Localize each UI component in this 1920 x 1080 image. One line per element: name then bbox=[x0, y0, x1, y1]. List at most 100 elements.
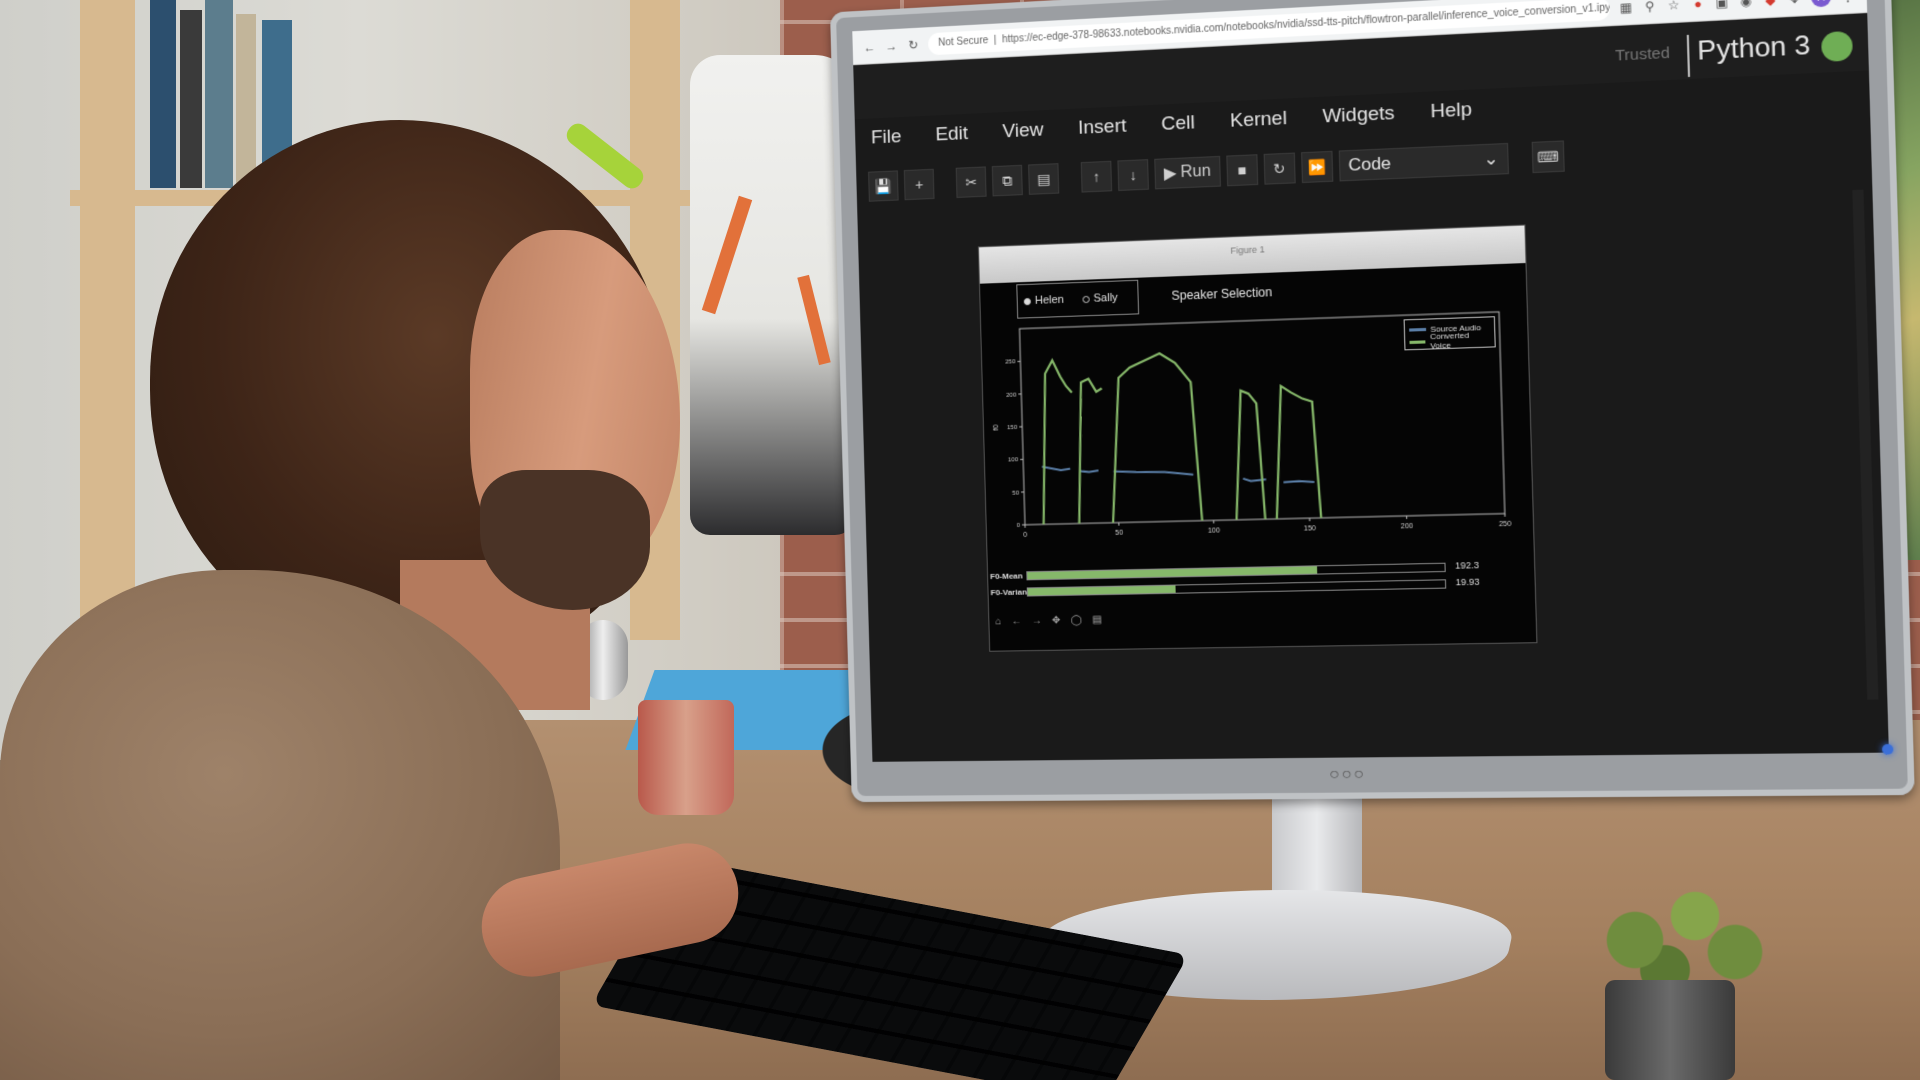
home-icon[interactable]: ⌂ bbox=[995, 616, 1001, 627]
fast-forward-icon[interactable]: ⏩ bbox=[1301, 151, 1333, 183]
converted-voice-line bbox=[1233, 390, 1265, 520]
source-audio-line bbox=[1080, 470, 1099, 472]
keyboard-icon[interactable]: ⌨ bbox=[1531, 140, 1564, 173]
monitor: ← → ↻ Not Secure | https://ec-edge-378-9… bbox=[830, 0, 1920, 882]
slider-label: F0-Mean bbox=[990, 571, 1023, 581]
menu-view[interactable]: View bbox=[996, 115, 1050, 148]
plant-pot bbox=[1605, 980, 1735, 1080]
cut-icon[interactable]: ✂ bbox=[956, 166, 987, 198]
legend-swatch-source bbox=[1409, 327, 1426, 331]
source-audio-line bbox=[1042, 466, 1070, 471]
converted-voice-line bbox=[1075, 378, 1105, 523]
speaker-radio-group: Helen Sally bbox=[1016, 280, 1139, 319]
book bbox=[205, 0, 233, 188]
radio-helen[interactable]: Helen bbox=[1024, 294, 1065, 308]
y-axis-label: f0 bbox=[993, 424, 1000, 430]
move-down-icon[interactable]: ↓ bbox=[1117, 159, 1149, 191]
menu-file[interactable]: File bbox=[865, 122, 908, 154]
notebook-scrollbar[interactable] bbox=[1852, 190, 1878, 700]
paste-icon[interactable]: ▤ bbox=[1028, 163, 1059, 195]
cell-type-select[interactable]: Code ⌄ bbox=[1338, 143, 1508, 181]
pan-icon[interactable]: ✥ bbox=[1052, 615, 1061, 626]
run-label: Run bbox=[1180, 162, 1211, 182]
forward-icon[interactable]: → bbox=[884, 38, 898, 53]
x-tick-label: 50 bbox=[1115, 530, 1123, 537]
restart-icon[interactable]: ↻ bbox=[1263, 153, 1295, 185]
header-divider bbox=[1687, 35, 1690, 77]
extension-icon[interactable]: ◉ bbox=[1738, 0, 1754, 9]
slider-fill bbox=[1028, 586, 1176, 596]
ceramic-mug bbox=[638, 700, 734, 815]
shield-icon[interactable]: ◆ bbox=[1762, 0, 1778, 7]
book bbox=[236, 14, 256, 188]
zoom-icon[interactable]: ◯ bbox=[1070, 615, 1082, 626]
menu-kernel[interactable]: Kernel bbox=[1223, 103, 1293, 137]
power-button[interactable] bbox=[1882, 744, 1893, 755]
stop-icon[interactable]: ■ bbox=[1226, 154, 1258, 186]
slider-value: 19.93 bbox=[1455, 577, 1479, 588]
forward-icon[interactable]: → bbox=[1032, 616, 1042, 627]
jacket-stripe bbox=[797, 275, 830, 365]
y-tick-label: 100 bbox=[1008, 457, 1019, 463]
x-tick-label: 100 bbox=[1208, 527, 1220, 534]
puzzle-icon[interactable]: ✥ bbox=[1787, 0, 1803, 6]
back-icon[interactable]: ← bbox=[862, 40, 876, 55]
y-tick-label: 0 bbox=[1017, 523, 1021, 529]
radio-unselected-icon bbox=[1082, 295, 1089, 302]
figure-toolbar: ⌂ ← → ✥ ◯ ▤ bbox=[995, 614, 1102, 627]
book bbox=[150, 0, 176, 188]
monitor-bezel: ← → ↻ Not Secure | https://ec-edge-378-9… bbox=[830, 0, 1915, 802]
legend-swatch-converted bbox=[1409, 340, 1425, 344]
radio-label: Helen bbox=[1035, 294, 1064, 307]
add-cell-icon[interactable]: + bbox=[904, 169, 935, 200]
x-tick-label: 0 bbox=[1023, 532, 1027, 539]
security-label: Not Secure bbox=[938, 35, 988, 49]
legend-entry: Converted Voice bbox=[1409, 333, 1490, 348]
back-icon[interactable]: ← bbox=[1011, 616, 1021, 627]
menu-insert[interactable]: Insert bbox=[1071, 111, 1133, 144]
chart-legend: Source Audio Converted Voice bbox=[1404, 316, 1496, 350]
menu-edit[interactable]: Edit bbox=[929, 119, 975, 151]
kernel-name[interactable]: Python 3 bbox=[1697, 29, 1811, 67]
monitor-brand-logo: ○○○ bbox=[1329, 766, 1366, 785]
qr-icon[interactable]: ▦ bbox=[1618, 0, 1634, 15]
reload-icon[interactable]: ↻ bbox=[906, 37, 920, 52]
converted-voice-line bbox=[1108, 352, 1202, 522]
photo-scene: ← → ↻ Not Secure | https://ec-edge-378-9… bbox=[0, 0, 1920, 1080]
kernel-status-icon bbox=[1821, 31, 1853, 62]
radio-selected-icon bbox=[1024, 297, 1031, 304]
converted-voice-line bbox=[1273, 385, 1321, 519]
trusted-indicator[interactable]: Trusted bbox=[1615, 44, 1670, 65]
save-icon[interactable]: 💾 bbox=[868, 170, 899, 201]
star-icon[interactable]: ☆ bbox=[1666, 0, 1682, 12]
chevron-down-icon: ⌄ bbox=[1483, 149, 1499, 170]
x-tick-label: 150 bbox=[1304, 525, 1317, 533]
save-icon[interactable]: ▤ bbox=[1092, 614, 1102, 625]
extension-icon[interactable]: ● bbox=[1690, 0, 1706, 11]
run-button[interactable]: ▶ Run bbox=[1154, 156, 1220, 189]
source-audio-line bbox=[1114, 469, 1194, 476]
radio-label: Sally bbox=[1093, 292, 1118, 305]
source-audio-line bbox=[1283, 481, 1314, 483]
radio-sally[interactable]: Sally bbox=[1082, 292, 1118, 305]
y-tick-label: 200 bbox=[1006, 392, 1017, 398]
menu-help[interactable]: Help bbox=[1424, 94, 1479, 128]
copy-icon[interactable]: ⧉ bbox=[992, 165, 1023, 197]
more-vert-icon[interactable]: ⋮ bbox=[1840, 0, 1856, 3]
y-tick-label: 250 bbox=[1005, 359, 1016, 365]
extension-icon[interactable]: ▣ bbox=[1714, 0, 1730, 10]
y-tick-label: 50 bbox=[1012, 490, 1020, 496]
y-tick-label: 150 bbox=[1007, 425, 1018, 431]
move-up-icon[interactable]: ↑ bbox=[1081, 161, 1112, 193]
profile-avatar[interactable]: R bbox=[1811, 0, 1832, 7]
zoom-icon[interactable]: ⚲ bbox=[1642, 0, 1658, 14]
menu-widgets[interactable]: Widgets bbox=[1316, 98, 1402, 133]
slider-value: 192.3 bbox=[1455, 560, 1479, 571]
motorcycle-jacket bbox=[690, 55, 855, 535]
cell-type-value: Code bbox=[1348, 153, 1391, 176]
legend-label: Converted Voice bbox=[1430, 330, 1491, 351]
jacket-stripe bbox=[702, 196, 752, 314]
menu-cell[interactable]: Cell bbox=[1155, 108, 1202, 141]
x-tick-label: 200 bbox=[1401, 523, 1414, 531]
book bbox=[180, 10, 202, 188]
